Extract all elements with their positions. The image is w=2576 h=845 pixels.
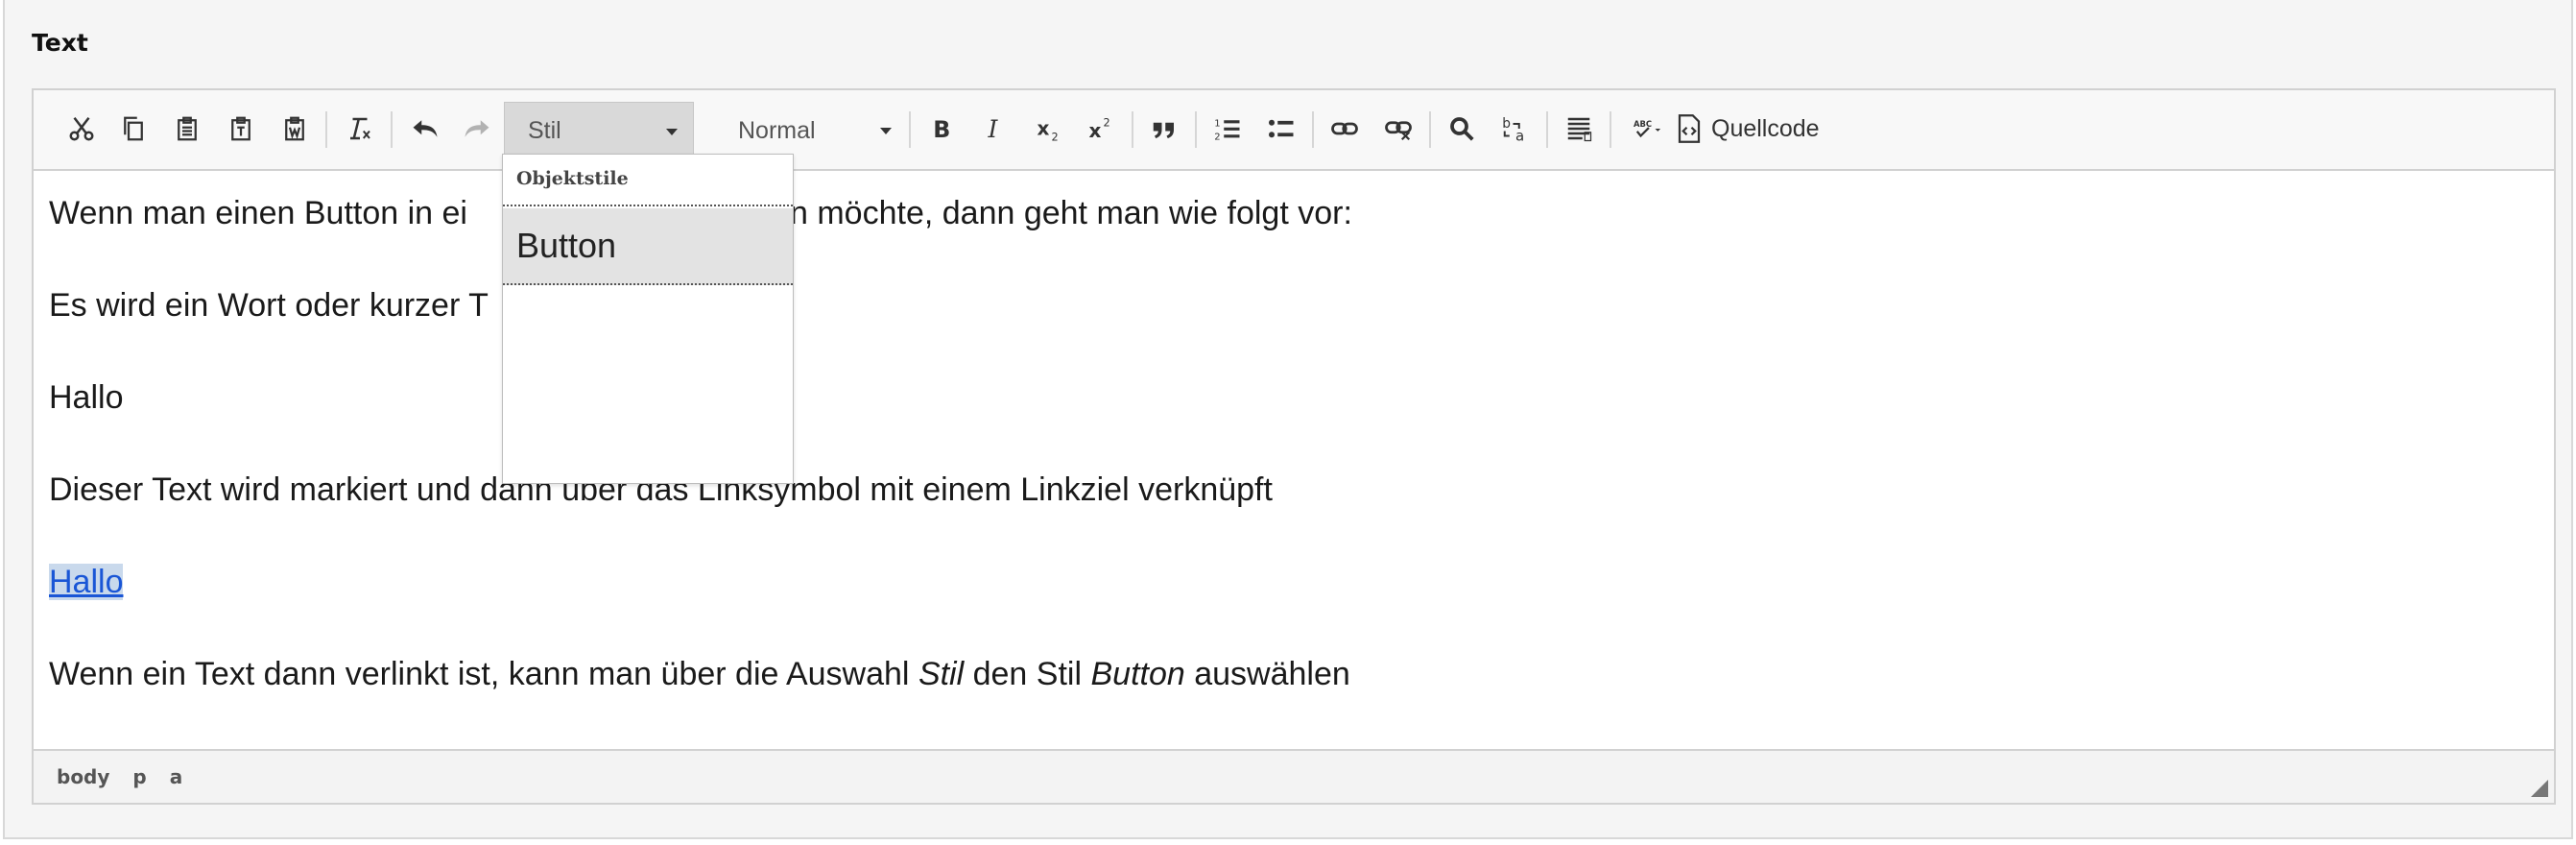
link-icon xyxy=(1331,122,1358,135)
svg-text:b: b xyxy=(1502,116,1511,132)
dropdown-group-heading: Objektstile xyxy=(503,155,793,206)
spellcheck-icon: ABC xyxy=(1634,119,1661,138)
path-item-a[interactable]: a xyxy=(170,765,183,788)
italic-button[interactable]: I xyxy=(974,108,1016,150)
svg-text:2: 2 xyxy=(1104,117,1110,130)
find-icon xyxy=(1450,117,1474,141)
spellcheck-button[interactable]: ABC xyxy=(1621,108,1675,150)
bold-button[interactable]: B xyxy=(920,108,963,150)
numbered-list-button[interactable]: 12 xyxy=(1206,108,1249,150)
toolbar-separator xyxy=(909,111,911,148)
format-combo[interactable]: Normal xyxy=(715,102,907,159)
subscript-icon: x2 xyxy=(1038,116,1059,144)
style-combo[interactable]: Stil xyxy=(504,102,694,159)
style-dropdown-menu: Objektstile Button xyxy=(502,154,794,484)
blockquote-button[interactable] xyxy=(1143,108,1185,150)
paste-button[interactable] xyxy=(166,108,208,150)
show-blocks-button[interactable] xyxy=(1558,108,1600,150)
toolbar-separator xyxy=(1312,111,1314,148)
svg-text:a: a xyxy=(1515,128,1524,144)
copy-icon xyxy=(124,116,143,141)
paste-text-icon xyxy=(231,116,250,141)
toolbar-separator xyxy=(1610,111,1611,148)
blockquote-icon xyxy=(1153,122,1174,138)
svg-text:x: x xyxy=(1089,119,1102,142)
paste-word-icon xyxy=(285,116,304,141)
selected-link[interactable]: Hallo xyxy=(49,564,124,600)
editor-toolbar: Stil Normal B I x2 x2 1 2 b a ABC Quellc… xyxy=(34,90,2554,171)
paste-text-button[interactable] xyxy=(220,108,262,150)
italic-icon: I xyxy=(988,115,999,143)
svg-text:ABC: ABC xyxy=(1634,119,1652,129)
resize-handle-icon[interactable] xyxy=(2531,780,2548,797)
source-icon xyxy=(1678,114,1701,143)
paragraph: Dieser Text wird markiert und dann über … xyxy=(49,471,1273,508)
show-blocks-icon xyxy=(1567,117,1592,142)
numbered-list-icon: 12 xyxy=(1214,119,1240,142)
bulleted-list-button[interactable] xyxy=(1260,108,1302,150)
cut-icon xyxy=(69,116,94,141)
undo-icon xyxy=(413,120,438,137)
toolbar-separator xyxy=(1132,111,1133,148)
paste-word-button[interactable] xyxy=(274,108,316,150)
bulleted-list-icon xyxy=(1269,119,1294,138)
undo-button[interactable] xyxy=(404,108,446,150)
unlink-button[interactable] xyxy=(1377,108,1419,150)
replace-icon: ba xyxy=(1502,116,1524,144)
svg-text:2: 2 xyxy=(1214,132,1220,142)
editor-content[interactable]: Wenn man einen Button in ei n möchte, dan… xyxy=(49,194,2535,747)
toolbar-separator xyxy=(1195,111,1197,148)
chevron-down-icon xyxy=(880,128,892,134)
element-path-bar: body p a xyxy=(34,749,2554,803)
redo-icon xyxy=(465,120,489,137)
paste-icon xyxy=(178,116,197,141)
svg-text:I: I xyxy=(988,115,999,143)
find-button[interactable] xyxy=(1441,108,1483,150)
toolbar-separator xyxy=(1429,111,1431,148)
remove-format-button[interactable] xyxy=(339,108,381,150)
svg-text:1: 1 xyxy=(1214,119,1220,130)
paragraph: Hallo xyxy=(49,563,2535,655)
dropdown-item-button[interactable]: Button xyxy=(503,208,793,285)
replace-button[interactable]: ba xyxy=(1494,108,1537,150)
path-item-p[interactable]: p xyxy=(132,765,146,788)
svg-text:x: x xyxy=(1038,116,1050,139)
paragraph: Es wird ein Wort oder kurzer T xyxy=(49,287,489,324)
source-button[interactable]: Quellcode xyxy=(1677,108,1820,150)
field-container: Text Stil Normal B I x 2 x 2 1 2 b a ABC… xyxy=(3,0,2573,839)
paragraph: Wenn ein Text dann verlinkt ist, kann ma… xyxy=(49,656,1350,692)
source-button-label: Quellcode xyxy=(1711,114,1820,142)
chevron-down-icon xyxy=(666,129,678,135)
rich-text-editor: Stil Normal B I x2 x2 1 2 b a ABC Quellc… xyxy=(32,88,2556,805)
cut-button[interactable] xyxy=(60,108,103,150)
toolbar-separator xyxy=(1546,111,1548,148)
style-combo-label: Stil xyxy=(528,116,561,144)
bold-icon: B xyxy=(933,116,950,143)
field-label: Text xyxy=(32,29,88,57)
toolbar-separator xyxy=(325,111,327,148)
unlink-icon xyxy=(1385,121,1412,141)
superscript-button[interactable]: x2 xyxy=(1080,108,1122,150)
svg-text:2: 2 xyxy=(1052,132,1059,144)
redo-button[interactable] xyxy=(456,108,498,150)
path-item-body[interactable]: body xyxy=(57,765,109,788)
copy-button[interactable] xyxy=(112,108,155,150)
subscript-button[interactable]: x2 xyxy=(1028,108,1070,150)
paragraph: Wenn man einen Button in ei n möchte, dan… xyxy=(49,195,1352,231)
superscript-icon: x2 xyxy=(1089,117,1110,142)
format-combo-label: Normal xyxy=(738,116,816,144)
link-button[interactable] xyxy=(1324,108,1366,150)
toolbar-separator xyxy=(391,111,393,148)
svg-text:B: B xyxy=(933,116,950,143)
remove-format-icon xyxy=(350,117,370,140)
paragraph: Hallo xyxy=(49,379,124,416)
